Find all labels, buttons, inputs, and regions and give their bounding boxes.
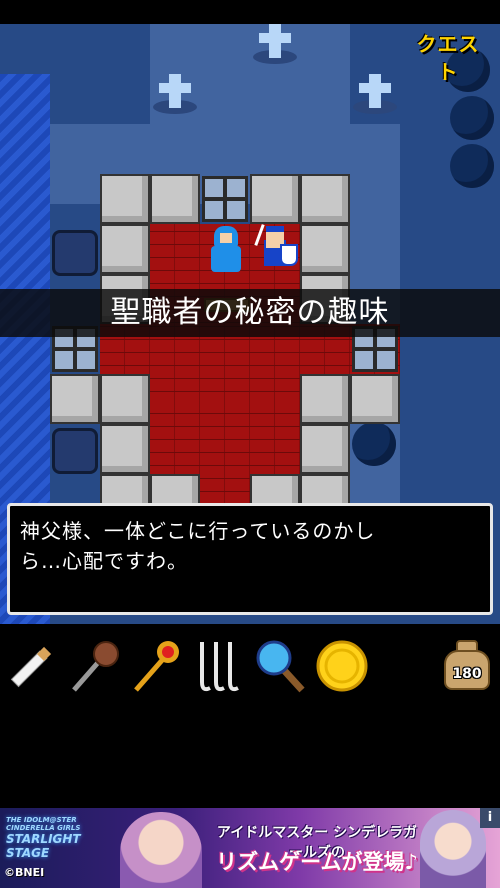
grave-cross-icon: [250, 24, 300, 64]
hero-character: [254, 224, 298, 272]
money-bag-icon[interactable]: 180: [442, 640, 492, 692]
hooks-icon[interactable]: [190, 634, 246, 698]
cigarette-icon[interactable]: [4, 634, 60, 698]
magnifying-glass-icon[interactable]: [252, 634, 308, 698]
church-window: [202, 176, 248, 222]
ad-subheadline: リズムゲームが登場♪: [216, 850, 418, 874]
tree-icon: [352, 422, 396, 466]
ad-copyright: ©BNEI: [4, 866, 45, 879]
stone-wall: [50, 374, 100, 424]
stone-wall: [250, 174, 300, 224]
inventory-bar: [0, 634, 500, 704]
grave-cross-icon: [350, 74, 400, 114]
scepter-icon[interactable]: [128, 634, 184, 698]
stone-wall: [150, 174, 200, 224]
ad-character-image: [420, 810, 486, 888]
tree-icon: [450, 96, 494, 140]
money-count: 180: [452, 666, 482, 682]
pot-icon: [52, 428, 98, 474]
stone-wall: [350, 374, 400, 424]
ad-logo: THE IDOLM@STER CINDERELLA GIRLS STARLIGH…: [6, 816, 116, 860]
ad-logo-line1: THE IDOLM@STER CINDERELLA GIRLS: [6, 816, 81, 832]
dialog-text: 神父様、一体どこに行っているのかし ら…心配ですわ。: [20, 519, 376, 573]
gold-coin-icon[interactable]: [314, 634, 370, 698]
chapter-banner: 聖職者の秘密の趣味: [0, 289, 500, 337]
ad-info-icon[interactable]: i: [480, 808, 500, 828]
stone-wall: [300, 174, 350, 224]
stone-wall: [100, 374, 150, 424]
ad-character-image: [120, 812, 202, 888]
dialog-box[interactable]: 神父様、一体どこに行っているのかし ら…心配ですわ。: [7, 503, 493, 615]
stone-wall: [100, 424, 150, 474]
ad-headline: アイドルマスター シンデレラガールズの: [216, 825, 418, 861]
ad-banner[interactable]: THE IDOLM@STER CINDERELLA GIRLS STARLIGH…: [0, 808, 500, 888]
nun-character[interactable]: [208, 226, 244, 274]
tree-icon: [450, 144, 494, 188]
stone-wall: [300, 374, 350, 424]
stone-wall: [100, 224, 150, 274]
grave-cross-icon: [150, 74, 200, 114]
ad-logo-line2: STARLIGHT STAGE: [6, 832, 81, 860]
stone-wall: [300, 224, 350, 274]
top-status-bar: [0, 0, 500, 24]
mace-icon[interactable]: [66, 634, 122, 698]
well-icon: [52, 230, 98, 276]
quest-button[interactable]: クエスト: [408, 30, 488, 84]
stone-wall: [300, 424, 350, 474]
chapter-title: 聖職者の秘密の趣味: [110, 295, 390, 330]
stone-wall: [100, 174, 150, 224]
